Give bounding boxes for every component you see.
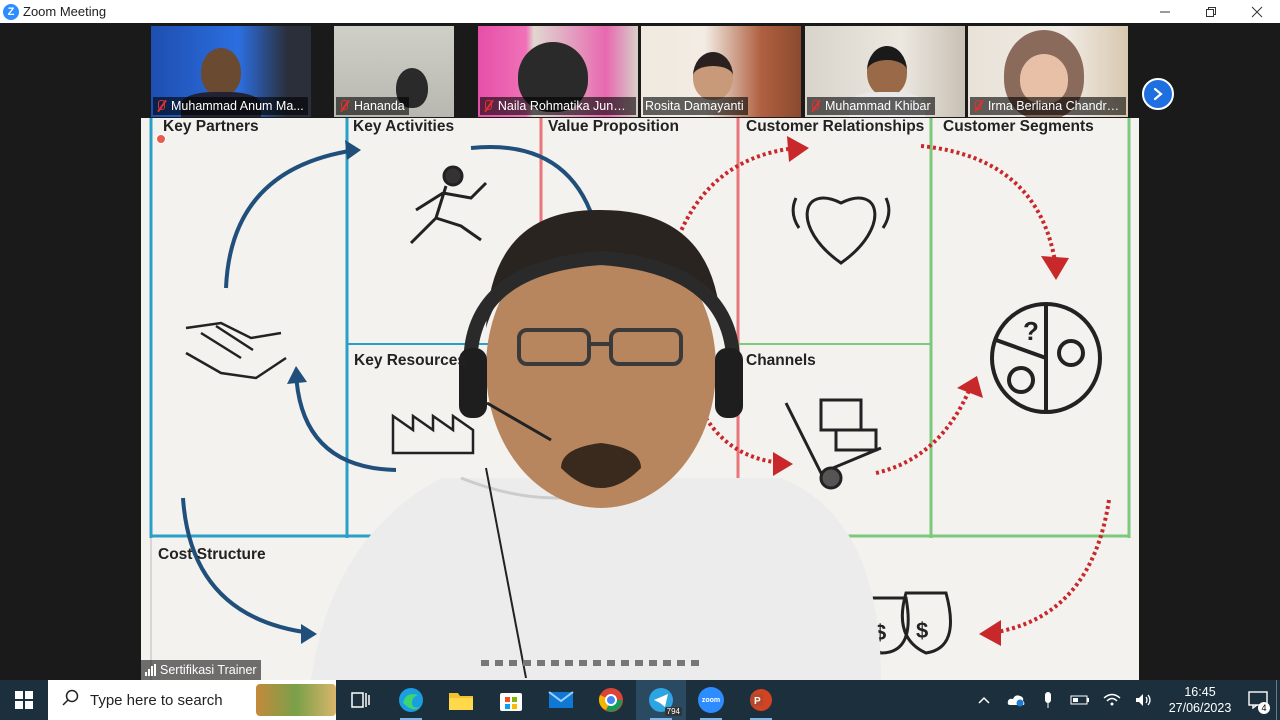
participant-tile[interactable]: Hananda bbox=[334, 26, 454, 117]
participant-name-bar: Muhammad Khibar bbox=[807, 97, 935, 115]
participant-name: Hananda bbox=[354, 99, 405, 113]
participant-video bbox=[867, 46, 907, 96]
mic-muted-icon bbox=[809, 99, 821, 113]
presenter-video bbox=[311, 209, 881, 680]
window-controls bbox=[1142, 0, 1280, 23]
zoom-app-label: zoom bbox=[698, 687, 724, 713]
close-icon[interactable] bbox=[1234, 0, 1280, 23]
hand-truck-icon bbox=[784, 398, 882, 490]
runner-icon bbox=[409, 165, 488, 245]
participant-name: Naila Rohmatika Junai... bbox=[497, 99, 632, 113]
recording-indicator-icon bbox=[156, 134, 166, 144]
svg-text:?: ? bbox=[1023, 316, 1039, 346]
clock-date: 27/06/2023 bbox=[1168, 701, 1232, 715]
participant-name-bar: Muhammad Anum Ma... bbox=[153, 97, 308, 115]
handshake-icon bbox=[185, 321, 287, 380]
participant-tile[interactable]: Rosita Damayanti bbox=[641, 26, 801, 117]
show-hidden-icons-icon[interactable] bbox=[968, 680, 1000, 720]
participant-video bbox=[201, 48, 241, 96]
participant-tile[interactable]: Muhammad Khibar bbox=[805, 26, 965, 117]
participant-video bbox=[693, 52, 733, 100]
speaker-name-bar: Sertifikasi Trainer bbox=[141, 660, 261, 680]
svg-text:$: $ bbox=[916, 618, 928, 643]
clock-time: 16:45 bbox=[1184, 685, 1216, 699]
factory-icon bbox=[391, 413, 475, 455]
onedrive-icon[interactable] bbox=[1000, 680, 1032, 720]
telegram-unread-badge: 794 bbox=[664, 707, 682, 716]
participant-tile[interactable]: Irma Berliana Chandra... bbox=[968, 26, 1128, 117]
powerpoint-icon[interactable]: P bbox=[736, 680, 786, 720]
file-explorer-icon[interactable] bbox=[436, 680, 486, 720]
business-model-canvas: ? $ $ bbox=[149, 118, 1131, 680]
participant-name-bar: Naila Rohmatika Junai... bbox=[480, 97, 636, 115]
volume-icon[interactable] bbox=[1128, 680, 1160, 720]
windows-taskbar: Type here to search 794 zoom P 16:45 27/… bbox=[0, 680, 1280, 720]
show-desktop-button[interactable] bbox=[1276, 680, 1280, 720]
canvas-label-customer-segments: Customer Segments bbox=[943, 118, 1094, 135]
mic-muted-icon bbox=[482, 99, 494, 113]
canvas-label-channels: Channels bbox=[746, 352, 816, 369]
participant-name: Rosita Damayanti bbox=[645, 99, 744, 113]
zoom-icon[interactable]: zoom bbox=[686, 680, 736, 720]
window-title: Zoom Meeting bbox=[23, 4, 107, 19]
canvas-label-cost-structure: Cost Structure bbox=[158, 546, 266, 563]
restore-icon[interactable] bbox=[1188, 0, 1234, 23]
participant-tile[interactable]: Naila Rohmatika Junai... bbox=[478, 26, 638, 117]
participant-name: Muhammad Khibar bbox=[825, 99, 931, 113]
mic-muted-icon bbox=[338, 99, 350, 113]
speaker-name: Sertifikasi Trainer bbox=[160, 663, 257, 677]
heart-icon bbox=[791, 196, 891, 265]
canvas-label-value-proposition: Value Proposition bbox=[548, 118, 679, 135]
chevron-right-icon[interactable] bbox=[1142, 78, 1174, 110]
customer-segments-pie-icon: ? bbox=[990, 302, 1102, 414]
canvas-label-key-resources: Key Resources bbox=[354, 352, 467, 369]
participant-gallery: Muhammad Anum Ma... Hananda Naila Rohmat… bbox=[0, 23, 1280, 119]
minimize-icon[interactable] bbox=[1142, 0, 1188, 23]
participant-name-bar: Irma Berliana Chandra... bbox=[970, 97, 1126, 115]
svg-text:P: P bbox=[754, 696, 761, 707]
search-icon bbox=[62, 689, 80, 712]
participant-name-bar: Hananda bbox=[336, 97, 409, 115]
telegram-icon[interactable]: 794 bbox=[636, 680, 686, 720]
microphone-icon[interactable] bbox=[1032, 680, 1064, 720]
system-tray: 16:45 27/06/2023 4 bbox=[968, 680, 1280, 720]
task-view-icon[interactable] bbox=[336, 680, 386, 720]
speaker-video: ? $ $ Key Partners Key Activities Value … bbox=[141, 118, 1139, 680]
notification-center-icon[interactable]: 4 bbox=[1240, 680, 1276, 720]
mic-muted-icon bbox=[972, 99, 984, 113]
search-highlight-image bbox=[256, 684, 336, 716]
edge-icon[interactable] bbox=[386, 680, 436, 720]
participant-name-bar: Rosita Damayanti bbox=[643, 97, 748, 115]
search-placeholder: Type here to search bbox=[90, 691, 223, 709]
mic-muted-icon bbox=[155, 99, 167, 113]
wifi-icon[interactable] bbox=[1096, 680, 1128, 720]
battery-icon[interactable] bbox=[1064, 680, 1096, 720]
participant-name: Irma Berliana Chandra... bbox=[987, 99, 1122, 113]
canvas-label-key-activities: Key Activities bbox=[353, 118, 455, 135]
participant-name: Muhammad Anum Ma... bbox=[171, 99, 304, 113]
windows-start-icon[interactable] bbox=[0, 680, 48, 720]
chrome-icon[interactable] bbox=[586, 680, 636, 720]
zoom-logo-icon: Z bbox=[3, 3, 19, 20]
canvas-label-key-partners: Key Partners bbox=[163, 118, 259, 135]
store-icon[interactable] bbox=[486, 680, 536, 720]
taskbar-clock[interactable]: 16:45 27/06/2023 bbox=[1160, 684, 1240, 716]
notification-count-badge: 4 bbox=[1258, 702, 1270, 714]
window-titlebar: Z Zoom Meeting bbox=[0, 0, 1280, 23]
taskbar-search-box[interactable]: Type here to search bbox=[48, 680, 336, 720]
canvas-label-customer-relationships: Customer Relationships bbox=[746, 118, 925, 135]
mail-icon[interactable] bbox=[536, 680, 586, 720]
participant-tile[interactable]: Muhammad Anum Ma... bbox=[151, 26, 311, 117]
signal-strength-icon bbox=[145, 664, 156, 676]
